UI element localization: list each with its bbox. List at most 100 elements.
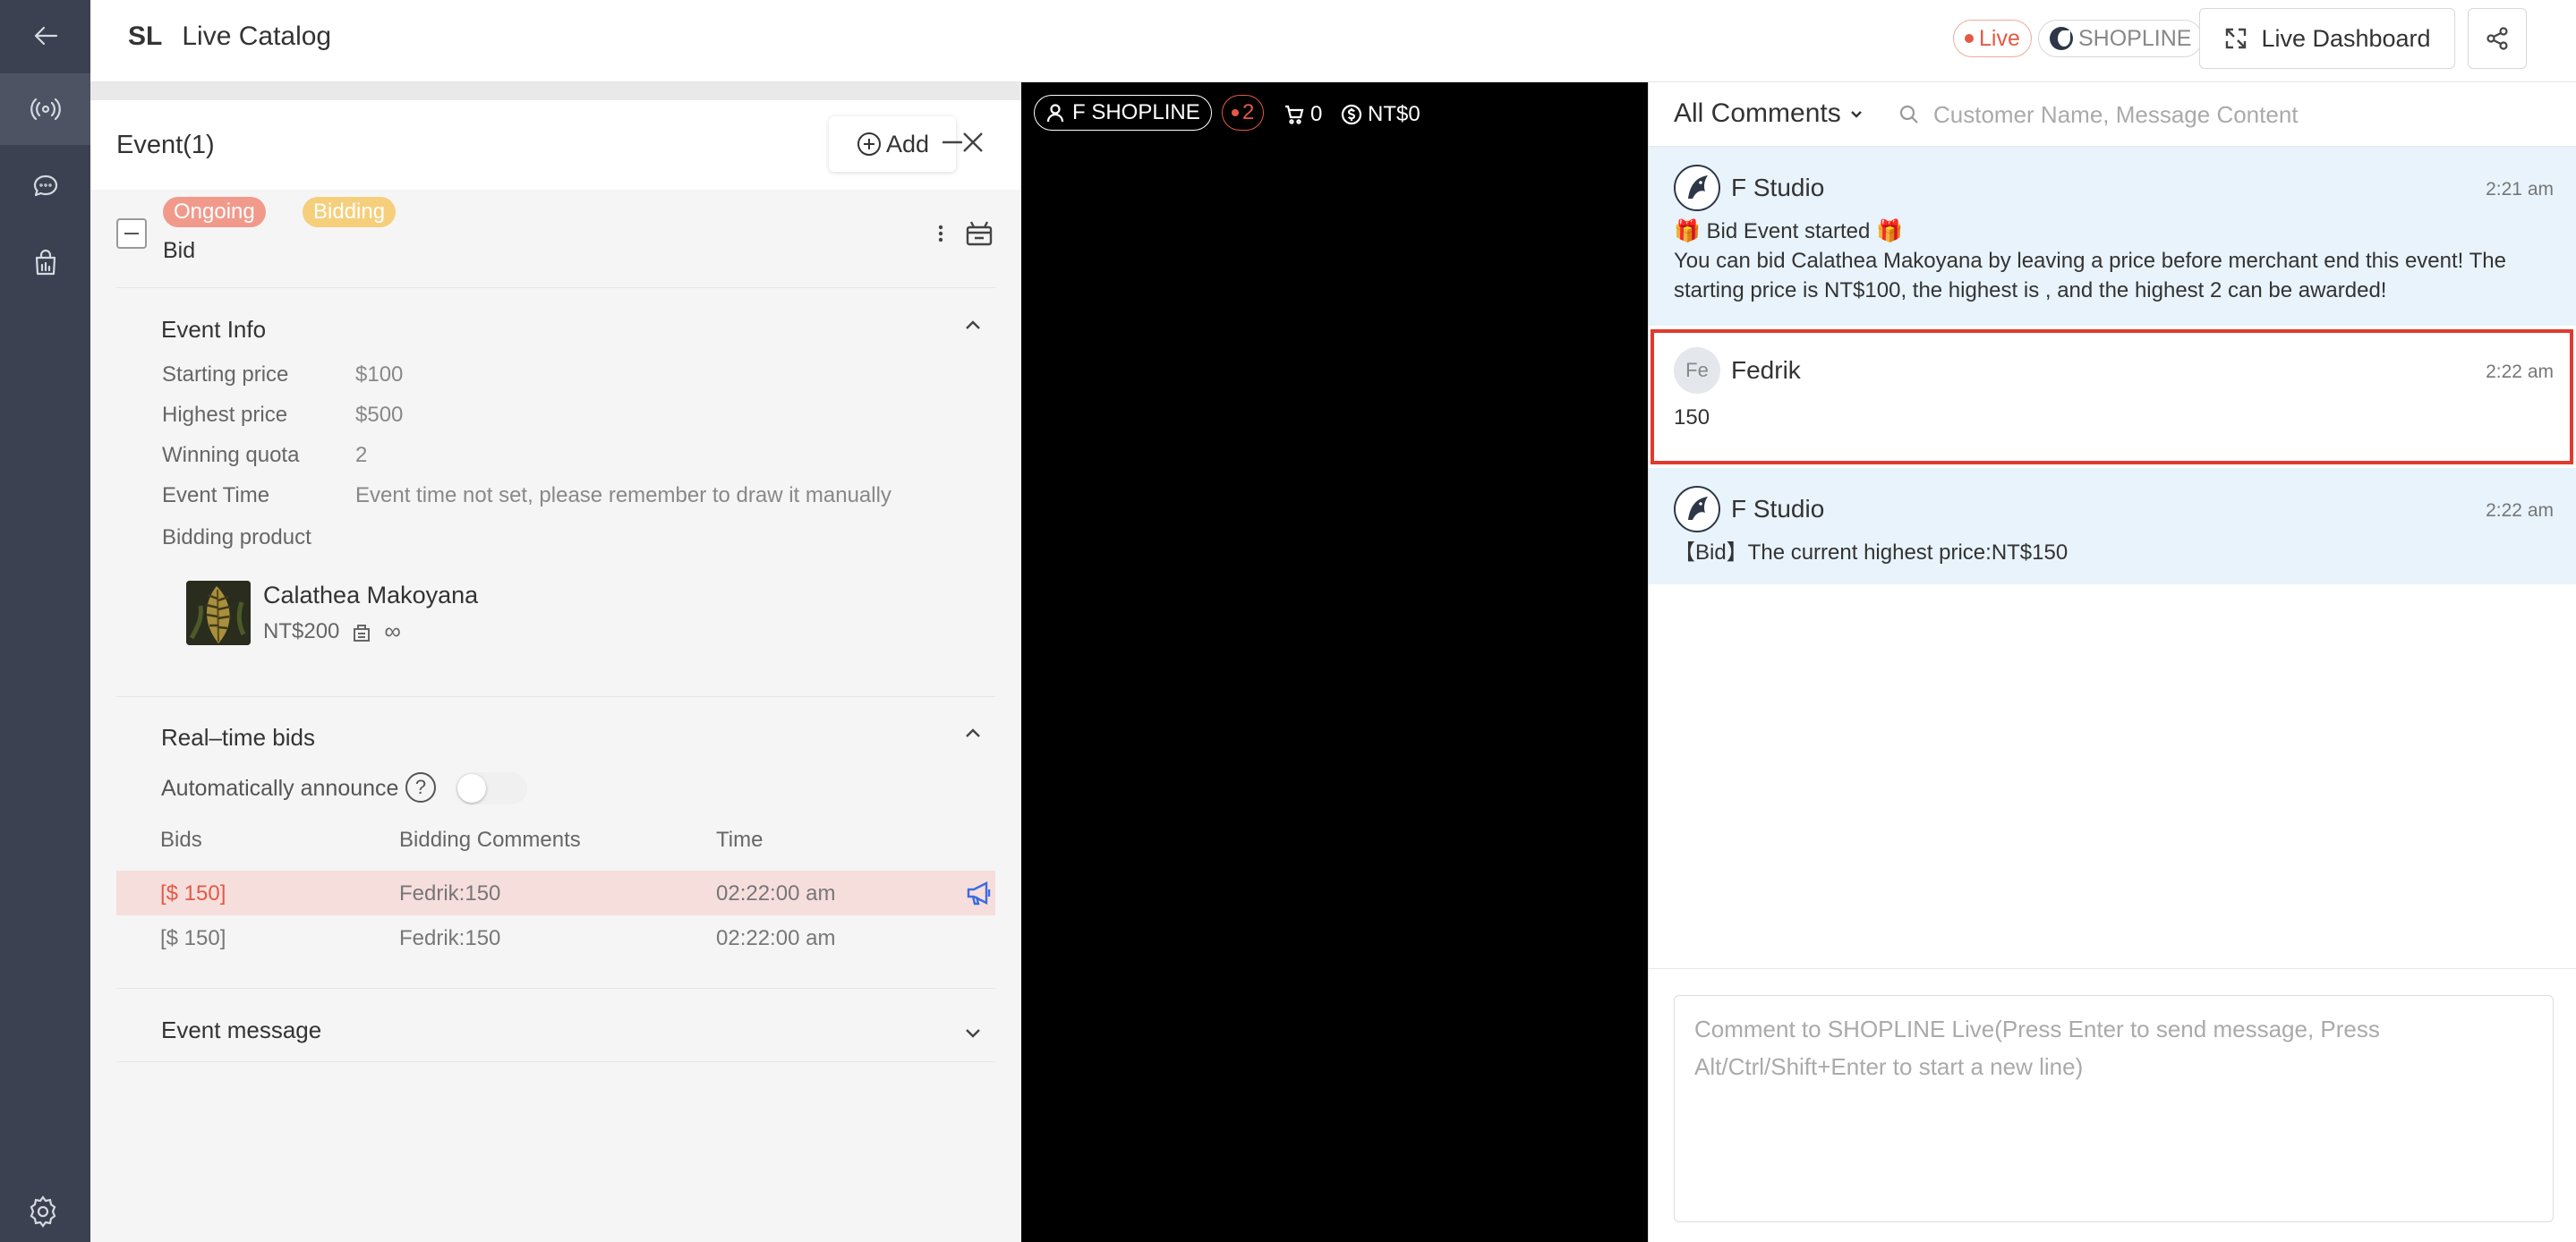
cart-count: 0 [1310, 102, 1323, 126]
collapse-toggle[interactable] [116, 218, 147, 249]
event-message-title: Event message [161, 1017, 322, 1043]
expand-icon [2226, 28, 2247, 49]
live-dot-icon [1965, 34, 1974, 43]
search-icon [1898, 103, 1921, 126]
info-value: $500 [355, 403, 404, 427]
info-label: Event Time [162, 483, 270, 507]
table-row: [$ 150] Fedrik:150 02:22:00 am [116, 871, 995, 915]
studio-logo-icon [1677, 168, 1717, 208]
live-label: Live [1979, 25, 2020, 51]
draw-prize-button[interactable] [963, 217, 995, 249]
comment-message: F Studio 2:22 am 【Bid】The current highes… [1649, 468, 2576, 584]
brand-logo: SL [128, 21, 163, 51]
megaphone-icon [967, 881, 991, 906]
comment-filter-label: All Comments [1674, 98, 1841, 128]
chevron-down-icon [1850, 111, 1862, 118]
auto-announce-toggle[interactable] [456, 772, 527, 804]
stock-quantity: ∞ [384, 617, 401, 644]
app-title: SL Live Catalog [128, 21, 331, 52]
back-arrow-icon [34, 26, 57, 46]
comment-author: F Studio [1731, 495, 1825, 523]
share-icon [2486, 27, 2508, 50]
comment-message: F Studio 2:21 am 🎁 Bid Event started 🎁 Y… [1649, 147, 2576, 326]
comment-text: You can bid Calathea Makoyana by leaving… [1674, 249, 2506, 273]
chevron-down-icon [966, 1029, 980, 1038]
comment-filter-dropdown[interactable]: All Comments [1674, 98, 1864, 129]
add-label: Add [885, 130, 930, 157]
info-value: 2 [355, 443, 368, 467]
comment-search-input[interactable] [1933, 95, 2542, 134]
close-button[interactable] [958, 127, 994, 163]
announce-button[interactable] [965, 880, 994, 906]
product-price: NT$200 [263, 618, 340, 643]
account-name: F SHOPLINE [1072, 100, 1200, 124]
sidebar [0, 0, 90, 1242]
divider [116, 287, 995, 288]
comment-text: 【Bid】The current highest price:NT$150 [1674, 540, 2068, 565]
comment-input[interactable] [1675, 996, 2553, 1221]
event-panel-title: Event(1) [116, 131, 215, 159]
event-name: Bid [163, 238, 196, 263]
page-title: Live Catalog [182, 21, 332, 51]
bid-comment: Fedrik:150 [399, 881, 501, 906]
divider [1649, 968, 2576, 969]
sidebar-item-live[interactable] [0, 73, 90, 145]
panel-tab-strip [90, 82, 1021, 100]
bid-comment: Fedrik:150 [399, 926, 501, 950]
live-dashboard-label: Live Dashboard [2261, 24, 2431, 52]
info-label: Highest price [162, 403, 288, 427]
broadcast-icon [30, 98, 61, 121]
auto-announce-label: Automatically announce [161, 776, 399, 801]
viewer-count: 2 [1242, 100, 1255, 124]
collapse-event-info-button[interactable] [962, 315, 984, 336]
comments-panel: All Comments F Studio 2:21 am 🎁 Bid Even… [1648, 82, 2576, 1242]
revenue-stat: NT$0 [1341, 102, 1420, 127]
bid-amount: [$ 150] [160, 881, 226, 906]
info-value: $100 [355, 362, 404, 387]
help-icon[interactable]: ? [405, 772, 436, 803]
settings-button[interactable] [25, 1194, 64, 1233]
chevron-up-icon [966, 728, 980, 737]
studio-logo-icon [1677, 489, 1717, 529]
collapse-bids-button[interactable] [962, 723, 984, 744]
comment-author: F Studio [1731, 174, 1825, 201]
expand-event-message-button[interactable] [962, 1022, 984, 1043]
plus-circle-icon [857, 132, 881, 156]
live-dashboard-button[interactable]: Live Dashboard [2199, 8, 2455, 69]
platform-label: SHOPLINE [2078, 25, 2192, 51]
comment-time: 2:21 am [2486, 179, 2554, 200]
event-item: Ongoing Bidding Bid [116, 191, 995, 281]
comment-time: 2:22 am [2486, 500, 2554, 521]
highlight-frame [1651, 329, 2573, 464]
column-header-time: Time [716, 828, 763, 852]
product-price-row: NT$200 ∞ [263, 617, 401, 645]
platform-badge: SHOPLINE [2038, 20, 2204, 57]
account-pill: F SHOPLINE [1034, 95, 1212, 131]
chat-bubble-icon [33, 174, 57, 197]
back-button[interactable] [0, 0, 90, 72]
close-icon [963, 132, 983, 152]
info-label: Starting price [162, 362, 289, 387]
avatar [1674, 486, 1720, 532]
viewer-dot-icon [1232, 109, 1239, 116]
bidding-product-label: Bidding product [162, 525, 311, 549]
share-button[interactable] [2468, 8, 2527, 69]
revenue-value: NT$0 [1368, 102, 1420, 126]
comment-composer [1674, 995, 2554, 1222]
sidebar-item-comments[interactable] [0, 150, 90, 222]
info-value: Event time not set, please remember to d… [355, 483, 891, 507]
table-row: [$ 150] Fedrik:150 02:22:00 am [116, 915, 995, 960]
info-label: Winning quota [162, 443, 300, 467]
sidebar-item-products[interactable] [0, 227, 90, 299]
gear-icon [30, 1195, 56, 1228]
cart-stat: 0 [1284, 102, 1322, 127]
live-video-area: F SHOPLINE 2 0 NT$0 [1021, 82, 1648, 1242]
comment-text: starting price is NT$100, the highest is… [1674, 278, 2387, 302]
vertical-dots-icon [938, 225, 943, 242]
divider [116, 1061, 995, 1062]
dollar-circle-icon [1341, 104, 1362, 125]
more-options-button[interactable] [927, 220, 954, 247]
column-header-comments: Bidding Comments [399, 828, 581, 852]
bid-time: 02:22:00 am [716, 881, 836, 906]
column-header-bids: Bids [160, 828, 202, 852]
